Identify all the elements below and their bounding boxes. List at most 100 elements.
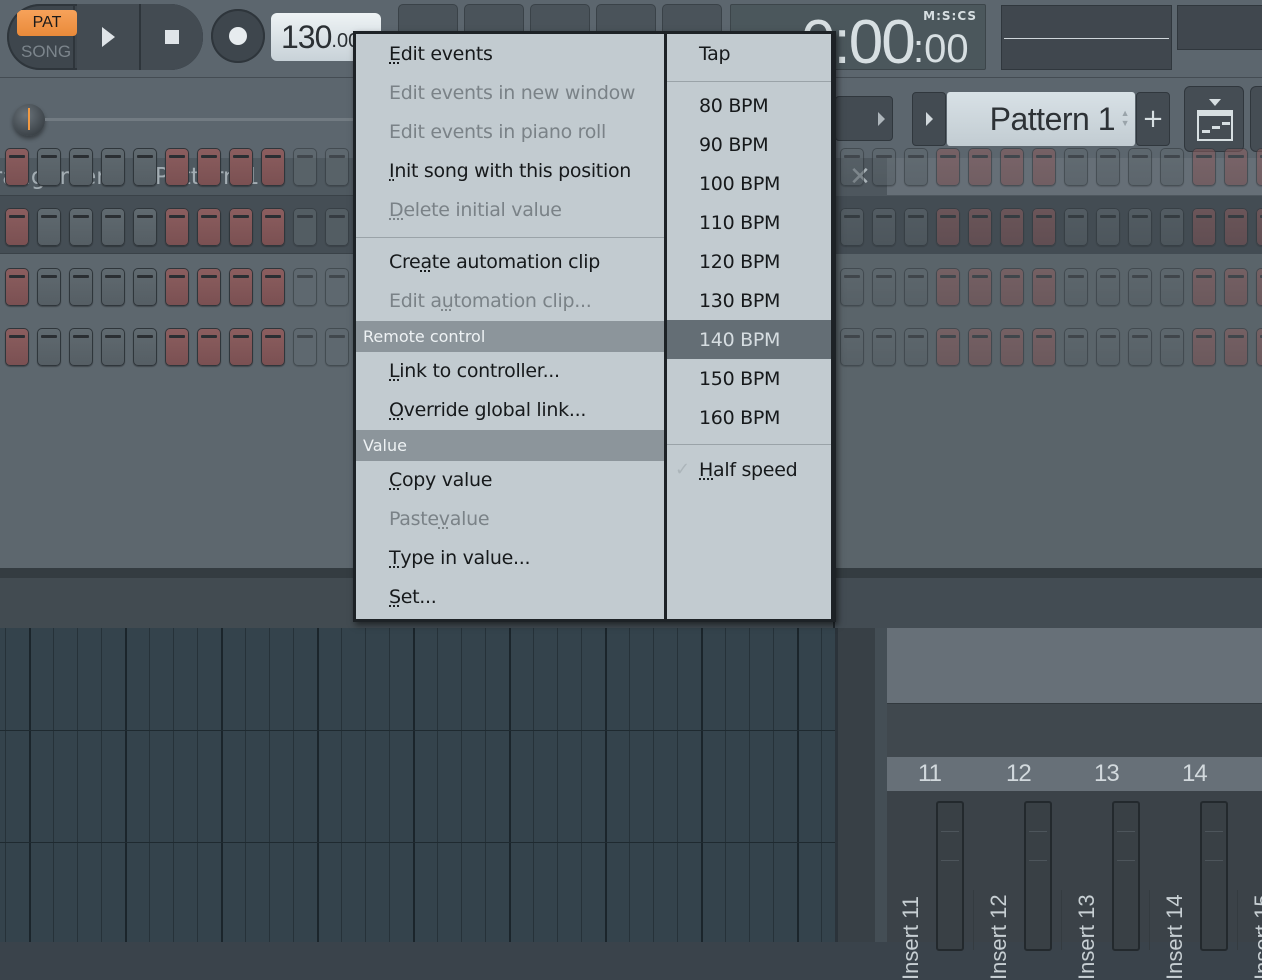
step-button[interactable] (197, 328, 221, 366)
step-button[interactable] (133, 148, 157, 186)
step-button[interactable] (133, 268, 157, 306)
step-button[interactable] (1096, 208, 1120, 246)
step-button[interactable] (229, 268, 253, 306)
step-button[interactable] (904, 268, 928, 306)
step-button[interactable] (197, 268, 221, 306)
step-button[interactable] (1160, 208, 1184, 246)
step-button[interactable] (293, 328, 317, 366)
song-mode-button[interactable]: SONG (21, 42, 71, 62)
step-button[interactable] (1160, 268, 1184, 306)
step-button[interactable] (101, 268, 125, 306)
step-button[interactable] (1192, 148, 1216, 186)
step-button[interactable] (840, 328, 864, 366)
step-button[interactable] (165, 208, 189, 246)
step-button[interactable] (840, 148, 864, 186)
step-button[interactable] (261, 208, 285, 246)
step-button[interactable] (261, 268, 285, 306)
step-button[interactable] (69, 208, 93, 246)
step-button[interactable] (101, 328, 125, 366)
step-button[interactable] (37, 148, 61, 186)
step-button[interactable] (197, 208, 221, 246)
step-button[interactable] (325, 328, 349, 366)
step-button[interactable] (1160, 148, 1184, 186)
step-button[interactable] (840, 268, 864, 306)
step-button[interactable] (197, 148, 221, 186)
menu-item-set[interactable]: Set... (356, 577, 664, 616)
step-button[interactable] (1192, 208, 1216, 246)
stop-button[interactable] (141, 4, 203, 70)
step-button[interactable] (1032, 328, 1056, 366)
step-button[interactable] (1160, 328, 1184, 366)
step-button[interactable] (968, 208, 992, 246)
step-button[interactable] (1128, 148, 1152, 186)
step-button[interactable] (293, 268, 317, 306)
step-button[interactable] (69, 268, 93, 306)
step-button[interactable] (1064, 268, 1088, 306)
menu-item-init-song-with-this-position[interactable]: Init song with this position (356, 151, 664, 190)
playlist-grid[interactable] (0, 628, 835, 942)
pat-mode-button[interactable]: PAT (17, 10, 77, 36)
step-button[interactable] (872, 328, 896, 366)
menu-item-edit-events[interactable]: Edit events (356, 34, 664, 73)
step-button[interactable] (5, 208, 29, 246)
step-button[interactable] (936, 328, 960, 366)
menu-item-half-speed[interactable]: ✓ Half speed (667, 450, 831, 489)
step-button[interactable] (1096, 268, 1120, 306)
menu-item-80-bpm[interactable]: 80 BPM (667, 86, 831, 125)
step-button[interactable] (936, 148, 960, 186)
step-button[interactable] (936, 268, 960, 306)
step-button[interactable] (1000, 268, 1024, 306)
step-button[interactable] (37, 268, 61, 306)
step-button[interactable] (1224, 328, 1248, 366)
play-button[interactable] (77, 4, 141, 70)
step-button[interactable] (1032, 148, 1056, 186)
step-button[interactable] (1128, 268, 1152, 306)
step-button[interactable] (261, 148, 285, 186)
step-button[interactable] (5, 268, 29, 306)
step-button[interactable] (165, 328, 189, 366)
step-button[interactable] (1256, 328, 1262, 366)
step-button[interactable] (1096, 148, 1120, 186)
step-button[interactable] (1128, 208, 1152, 246)
menu-item-type-in-value[interactable]: Type in value... (356, 538, 664, 577)
step-button[interactable] (101, 148, 125, 186)
step-button[interactable] (968, 268, 992, 306)
step-button[interactable] (133, 208, 157, 246)
step-button[interactable] (229, 148, 253, 186)
step-button[interactable] (165, 268, 189, 306)
step-button[interactable] (5, 328, 29, 366)
step-button[interactable] (325, 208, 349, 246)
step-button[interactable] (872, 208, 896, 246)
step-button[interactable] (293, 148, 317, 186)
step-button[interactable] (1064, 148, 1088, 186)
step-button[interactable] (37, 328, 61, 366)
step-button[interactable] (1192, 268, 1216, 306)
menu-item-150-bpm[interactable]: 150 BPM (667, 359, 831, 398)
step-button[interactable] (1096, 328, 1120, 366)
menu-item-tap[interactable]: Tap (667, 34, 831, 73)
mixer-volume-fader[interactable] (1024, 801, 1052, 951)
menu-item-130-bpm[interactable]: 130 BPM (667, 281, 831, 320)
step-button[interactable] (101, 208, 125, 246)
step-button[interactable] (968, 328, 992, 366)
mixer-volume-fader[interactable] (1200, 801, 1228, 951)
step-button[interactable] (1224, 148, 1248, 186)
step-button[interactable] (1064, 328, 1088, 366)
step-button[interactable] (872, 268, 896, 306)
step-button[interactable] (936, 208, 960, 246)
step-button[interactable] (840, 208, 864, 246)
step-button[interactable] (69, 148, 93, 186)
menu-item-override-global-link[interactable]: Override global link... (356, 390, 664, 429)
menu-item-create-automation-clip[interactable]: Cre a te automation clip (356, 242, 664, 281)
step-button[interactable] (1192, 328, 1216, 366)
menu-item-110-bpm[interactable]: 110 BPM (667, 203, 831, 242)
step-button[interactable] (325, 148, 349, 186)
step-button[interactable] (1256, 268, 1262, 306)
step-button[interactable] (1256, 148, 1262, 186)
step-button[interactable] (1000, 208, 1024, 246)
step-button[interactable] (1032, 208, 1056, 246)
step-button[interactable] (1224, 268, 1248, 306)
menu-item-link-to-controller[interactable]: Link to controller... (356, 351, 664, 390)
step-button[interactable] (904, 148, 928, 186)
pat-song-toggle[interactable]: PAT SONG (7, 4, 77, 70)
